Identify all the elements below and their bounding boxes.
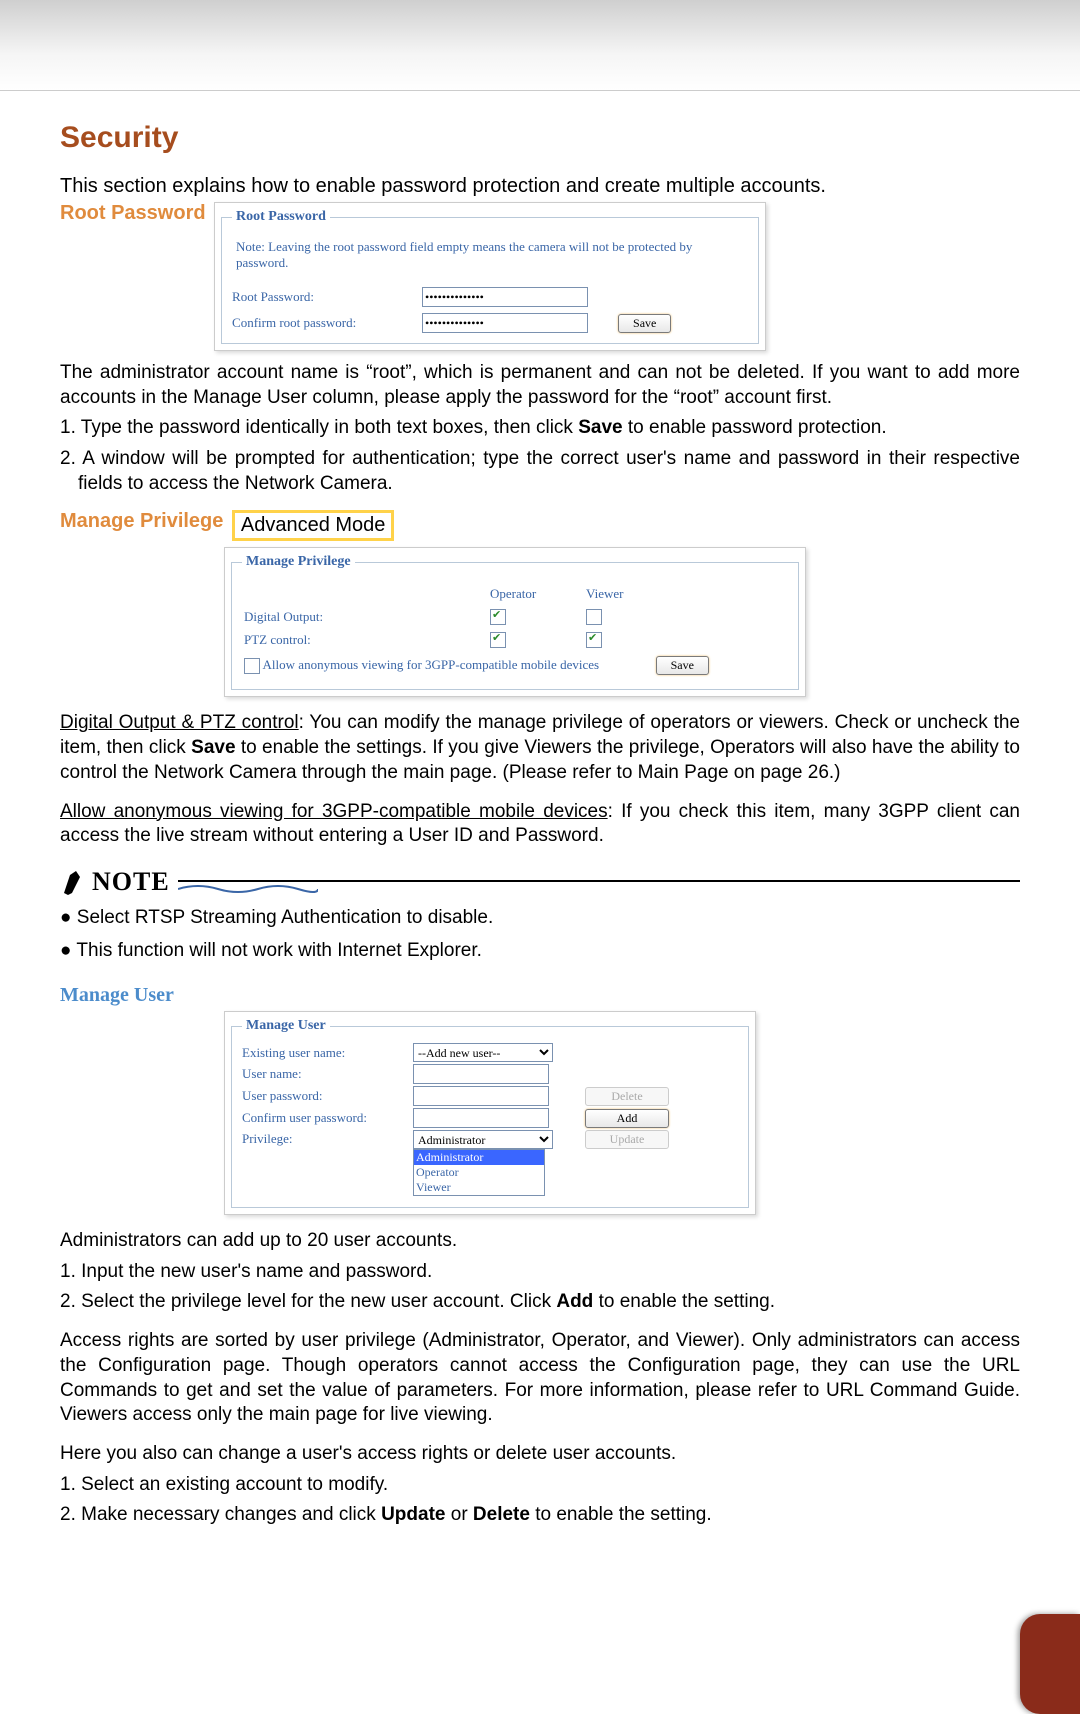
anonymous-paragraph: Allow anonymous viewing for 3GPP-compati… bbox=[60, 800, 1020, 849]
manage-user-step4: 2. Make necessary changes and click Upda… bbox=[60, 1503, 1020, 1528]
manage-user-screenshot: Manage User Existing user name: --Add ne… bbox=[224, 1011, 756, 1215]
privilege-option-operator[interactable]: Operator bbox=[414, 1165, 544, 1180]
row-digital-output: Digital Output: bbox=[244, 606, 488, 627]
privilege-option-viewer[interactable]: Viewer bbox=[414, 1180, 544, 1195]
manage-user-heading: Manage User bbox=[60, 984, 1020, 1007]
manage-privilege-heading: Manage Privilege bbox=[60, 510, 223, 532]
advanced-mode-badge: Advanced Mode bbox=[232, 510, 395, 541]
note-bullet-1: ● Select RTSP Streaming Authentication t… bbox=[60, 905, 1020, 932]
root-password-note: Note: Leaving the root password field em… bbox=[232, 233, 748, 281]
ptz-operator-checkbox[interactable] bbox=[490, 632, 506, 648]
page-tab bbox=[1020, 1614, 1080, 1714]
row-ptz-control: PTZ control: bbox=[244, 629, 488, 650]
confirm-user-password-input[interactable] bbox=[413, 1108, 549, 1128]
user-name-input[interactable] bbox=[413, 1064, 549, 1084]
col-viewer: Viewer bbox=[586, 584, 723, 604]
manage-privilege-row: Manage Privilege Advanced Mode bbox=[60, 510, 1020, 541]
privilege-dropdown-list[interactable]: Administrator Operator Viewer bbox=[413, 1149, 545, 1196]
root-password-legend: Root Password bbox=[232, 209, 330, 225]
add-button[interactable]: Add bbox=[585, 1109, 669, 1128]
manage-user-p1: Administrators can add up to 20 user acc… bbox=[60, 1229, 1020, 1254]
page-header-gradient bbox=[0, 0, 1080, 91]
root-password-step1: 1. Type the password identically in both… bbox=[60, 416, 1020, 441]
user-password-input[interactable] bbox=[413, 1086, 549, 1106]
user-password-label: User password: bbox=[242, 1085, 412, 1107]
root-password-row: Root Password Root Password Note: Leavin… bbox=[60, 202, 1020, 351]
root-password-input[interactable] bbox=[422, 287, 588, 307]
manage-privilege-screenshot: Manage Privilege Operator Viewer Digital… bbox=[224, 547, 806, 697]
confirm-root-password-label: Confirm root password: bbox=[232, 315, 422, 331]
squiggle-icon bbox=[178, 885, 318, 895]
confirm-root-password-input[interactable] bbox=[422, 313, 588, 333]
digital-output-operator-checkbox[interactable] bbox=[490, 609, 506, 625]
manage-privilege-save-button[interactable]: Save bbox=[656, 656, 709, 675]
manage-user-p2: Access rights are sorted by user privile… bbox=[60, 1329, 1020, 1428]
manage-user-legend: Manage User bbox=[242, 1018, 330, 1034]
allow-anonymous-label: Allow anonymous viewing for 3GPP-compati… bbox=[263, 657, 600, 672]
manage-user-p3: Here you also can change a user's access… bbox=[60, 1442, 1020, 1467]
root-password-screenshot: Root Password Note: Leaving the root pas… bbox=[214, 202, 766, 351]
pen-icon bbox=[60, 867, 86, 897]
existing-user-label: Existing user name: bbox=[242, 1042, 412, 1063]
confirm-user-password-label: Confirm user password: bbox=[242, 1107, 412, 1129]
existing-user-select[interactable]: --Add new user-- bbox=[413, 1043, 553, 1062]
privilege-select[interactable]: Administrator bbox=[413, 1130, 553, 1149]
delete-button[interactable]: Delete bbox=[585, 1087, 669, 1106]
note-heading-row: NOTE bbox=[60, 867, 1020, 897]
note-bullet-2: ● This function will not work with Inter… bbox=[60, 938, 1020, 965]
root-password-paragraph: The administrator account name is “root”… bbox=[60, 361, 1020, 410]
page-title: Security bbox=[60, 121, 1020, 155]
privilege-table: Operator Viewer Digital Output: PTZ cont… bbox=[242, 582, 725, 679]
root-password-heading: Root Password bbox=[60, 202, 206, 224]
manage-user-step3: 1. Select an existing account to modify. bbox=[60, 1473, 1020, 1498]
update-button[interactable]: Update bbox=[585, 1130, 669, 1149]
manage-user-step2: 2. Select the privilege level for the ne… bbox=[60, 1290, 1020, 1315]
manage-privilege-legend: Manage Privilege bbox=[242, 554, 355, 570]
user-name-label: User name: bbox=[242, 1063, 412, 1085]
note-label: NOTE bbox=[60, 867, 170, 897]
page-number: 35 bbox=[980, 1575, 1000, 1596]
privilege-option-admin[interactable]: Administrator bbox=[414, 1150, 544, 1165]
manage-user-step1: 1. Input the new user's name and passwor… bbox=[60, 1260, 1020, 1285]
col-operator: Operator bbox=[490, 584, 584, 604]
page-body: Security This section explains how to en… bbox=[0, 91, 1080, 1554]
privilege-paragraph: Digital Output & PTZ control: You can mo… bbox=[60, 711, 1020, 785]
root-password-step2: 2. A window will be prompted for authent… bbox=[60, 447, 1020, 496]
digital-output-viewer-checkbox[interactable] bbox=[586, 609, 602, 625]
allow-anonymous-checkbox[interactable] bbox=[244, 658, 260, 674]
intro-text: This section explains how to enable pass… bbox=[60, 173, 1020, 200]
privilege-label: Privilege: bbox=[242, 1129, 412, 1197]
root-password-label: Root Password: bbox=[232, 289, 422, 305]
root-password-save-button[interactable]: Save bbox=[618, 314, 671, 333]
ptz-viewer-checkbox[interactable] bbox=[586, 632, 602, 648]
